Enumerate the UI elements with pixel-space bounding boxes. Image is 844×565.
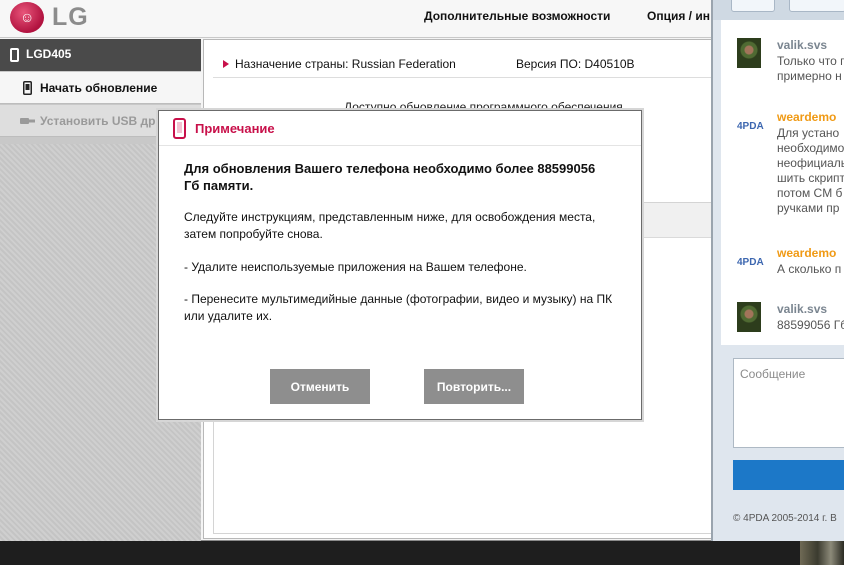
browser-chat-panel: valik.svs Только что г примерно н 4PDA w… bbox=[711, 0, 844, 541]
list-item: 4PDA weardemo Для устано необходимо неоф… bbox=[721, 110, 844, 220]
dialog-titlebar: Примечание bbox=[159, 111, 641, 146]
send-button[interactable] bbox=[733, 460, 844, 490]
arrow-right-icon bbox=[223, 60, 229, 68]
lg-logo-icon: ☺ bbox=[10, 2, 44, 33]
message-author[interactable]: weardemo bbox=[777, 246, 836, 260]
phone-icon bbox=[173, 118, 186, 139]
sidebar-item-label: Начать обновление bbox=[40, 81, 158, 95]
dialog-message-move-media: - Перенесите мультимедийные данные (фото… bbox=[184, 292, 613, 323]
dialog-title: Примечание bbox=[195, 121, 275, 136]
message-input[interactable]: Сообщение bbox=[733, 358, 844, 448]
message-author[interactable]: weardemo bbox=[777, 110, 836, 124]
list-item: valik.svs 88599056 Гб bbox=[721, 302, 844, 342]
device-info-strip: Назначение страны: Russian Federation Ве… bbox=[213, 50, 733, 78]
avatar bbox=[737, 302, 761, 332]
list-item: valik.svs Только что г примерно н bbox=[721, 38, 844, 88]
dialog-body: Для обновления Вашего телефона необходим… bbox=[159, 147, 641, 419]
retry-button[interactable]: Повторить... bbox=[424, 369, 524, 404]
forum-badge-icon: 4PDA bbox=[737, 257, 764, 268]
device-phone-icon bbox=[10, 48, 19, 62]
cancel-button[interactable]: Отменить bbox=[270, 369, 370, 404]
message-author[interactable]: valik.svs bbox=[777, 302, 827, 316]
message-text: 88599056 Гб bbox=[777, 318, 844, 332]
lg-logo-text: LG bbox=[52, 3, 89, 31]
phone-icon bbox=[23, 81, 32, 95]
desktop-background bbox=[800, 541, 844, 565]
lg-logo-face: ☺ bbox=[20, 9, 35, 25]
chat-message-list[interactable]: valik.svs Только что г примерно н 4PDA w… bbox=[721, 20, 844, 345]
message-text: Только что г примерно н bbox=[777, 54, 844, 83]
message-input-placeholder: Сообщение bbox=[740, 367, 806, 381]
chat-footer: © 4PDA 2005-2014 г. В bbox=[733, 513, 837, 524]
firmware-version: Версия ПО: D40510B bbox=[516, 57, 635, 71]
usb-icon bbox=[20, 118, 35, 124]
message-text: А сколько п bbox=[777, 262, 842, 276]
toolbar-button[interactable] bbox=[731, 0, 775, 12]
device-header: LGD405 bbox=[0, 39, 201, 71]
country-label: Назначение страны: Russian Federation bbox=[235, 57, 456, 71]
menu-options[interactable]: Опция / ин bbox=[647, 9, 710, 25]
message-text: Для устано необходимо неофициаль шить ск… bbox=[777, 126, 844, 215]
chat-toolbar bbox=[713, 0, 844, 20]
toolbar-button[interactable] bbox=[789, 0, 844, 12]
device-name: LGD405 bbox=[26, 47, 72, 61]
dialog-message-remove-apps: - Удалите неиспользуемые приложения на В… bbox=[184, 260, 527, 274]
dialog-message-instructions: Следуйте инструкциям, представленным ниж… bbox=[184, 210, 596, 241]
memory-warning-dialog: Примечание Для обновления Вашего телефон… bbox=[158, 110, 642, 420]
message-author[interactable]: valik.svs bbox=[777, 38, 827, 52]
sidebar-item-label: Установить USB др bbox=[40, 114, 156, 128]
avatar bbox=[737, 38, 761, 68]
forum-badge-icon: 4PDA bbox=[737, 121, 764, 132]
sidebar-item-start-update[interactable]: Начать обновление bbox=[0, 72, 201, 104]
menu-extra-features[interactable]: Дополнительные возможности bbox=[424, 9, 610, 25]
dialog-message-main: Для обновления Вашего телефона необходим… bbox=[184, 161, 596, 193]
list-item: 4PDA weardemo А сколько п bbox=[721, 246, 844, 282]
